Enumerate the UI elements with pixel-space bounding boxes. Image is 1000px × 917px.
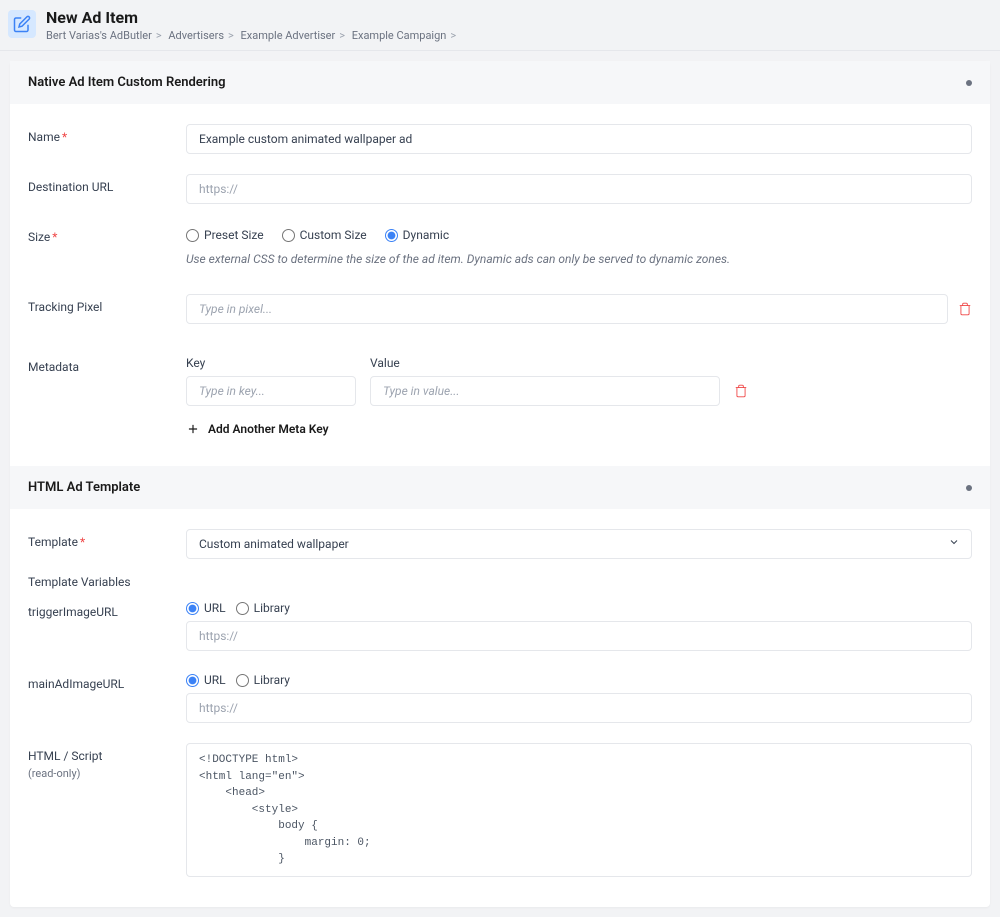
section-html-template[interactable]: HTML Ad Template	[10, 466, 990, 509]
template-select[interactable]	[186, 529, 972, 559]
tracking-pixel-label: Tracking Pixel	[28, 294, 186, 314]
section-toggle-icon	[966, 485, 972, 491]
add-meta-button[interactable]: Add Another Meta Key	[186, 422, 972, 436]
delete-meta-button[interactable]	[734, 384, 748, 398]
size-label: Size*	[28, 224, 186, 244]
trash-icon	[958, 302, 972, 316]
meta-key-header: Key	[186, 356, 356, 370]
breadcrumb[interactable]: Bert Varias's AdButler> Advertisers> Exa…	[46, 29, 460, 42]
size-custom-radio[interactable]: Custom Size	[282, 228, 367, 242]
trigger-url-radio[interactable]: URL	[186, 601, 226, 615]
size-dynamic-radio[interactable]: Dynamic	[385, 228, 449, 242]
delete-pixel-button[interactable]	[958, 302, 972, 316]
section-native-rendering[interactable]: Native Ad Item Custom Rendering	[10, 61, 990, 104]
section-toggle-icon	[966, 80, 972, 86]
plus-icon	[186, 422, 200, 436]
name-input[interactable]	[186, 124, 972, 154]
trash-icon	[734, 384, 748, 398]
page-header: New Ad Item Bert Varias's AdButler> Adve…	[0, 0, 1000, 51]
size-help-text: Use external CSS to determine the size o…	[186, 252, 972, 266]
meta-value-input[interactable]	[370, 376, 720, 406]
metadata-label: Metadata	[28, 354, 186, 374]
size-preset-radio[interactable]: Preset Size	[186, 228, 264, 242]
main-image-label: mainAdImageURL	[28, 671, 186, 691]
page-title: New Ad Item	[46, 8, 460, 27]
edit-icon	[8, 10, 36, 38]
main-url-input[interactable]	[186, 693, 972, 723]
trigger-image-label: triggerImageURL	[28, 599, 186, 619]
tracking-pixel-input[interactable]	[186, 294, 948, 324]
html-script-label: HTML / Script (read-only)	[28, 743, 186, 780]
name-label: Name*	[28, 124, 186, 144]
html-code-area: <!DOCTYPE html> <html lang="en"> <head> …	[186, 743, 972, 877]
trigger-library-radio[interactable]: Library	[236, 601, 290, 615]
destination-url-input[interactable]	[186, 174, 972, 204]
meta-value-header: Value	[370, 356, 972, 370]
template-label: Template*	[28, 529, 186, 549]
trigger-url-input[interactable]	[186, 621, 972, 651]
meta-key-input[interactable]	[186, 376, 356, 406]
template-vars-label: Template Variables	[28, 569, 186, 595]
destination-url-label: Destination URL	[28, 174, 186, 194]
